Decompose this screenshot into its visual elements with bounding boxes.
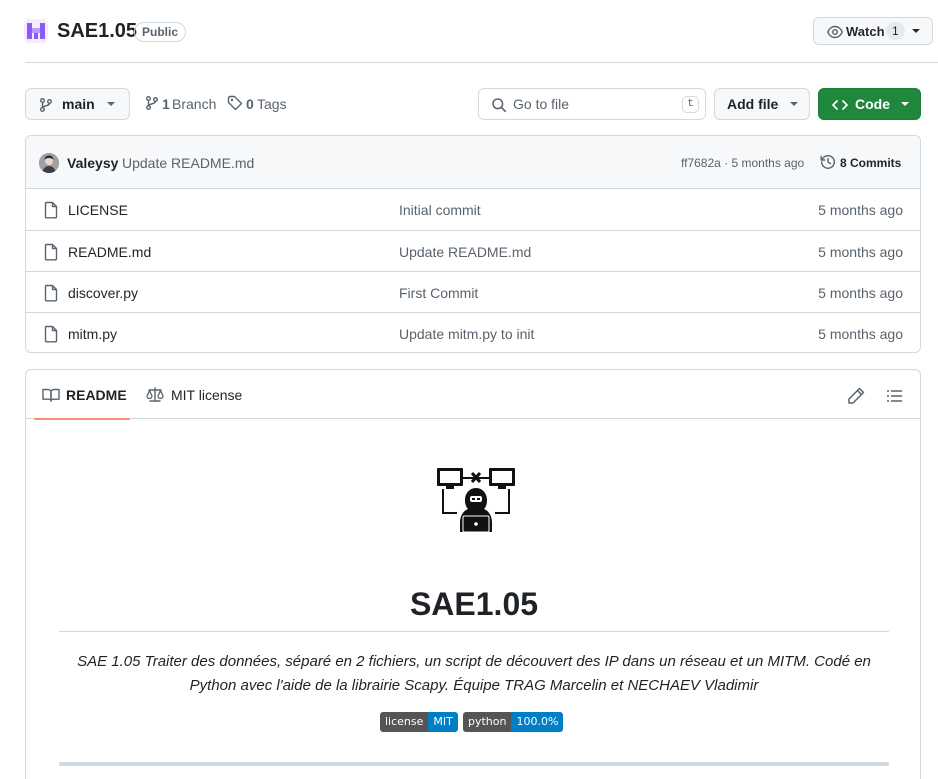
active-tab-indicator [34,418,130,420]
keyboard-shortcut-hint: t [682,96,699,113]
readme-description: SAE 1.05 Traiter des données, séparé en … [77,653,871,694]
file-name[interactable]: discover.py [68,285,138,301]
badge-value: 100.0% [511,712,564,732]
law-icon [146,387,164,403]
license-badge[interactable]: license MIT [380,712,458,732]
tag-label: Tags [257,96,287,112]
add-file-label: Add file [727,96,779,112]
code-label: Code [855,96,890,112]
watch-label: Watch [846,24,885,39]
commit-message[interactable]: Update README.md [122,155,254,171]
chevron-down-icon [911,28,921,34]
chevron-down-icon [900,101,910,107]
tab-readme[interactable]: README [34,370,130,420]
chevron-down-icon [106,101,116,107]
table-row[interactable]: discover.py First Commit 5 months ago [26,271,920,312]
repo-name[interactable]: SAE1.05 [57,20,137,43]
badge-value: MIT [428,712,458,732]
file-name[interactable]: LICENSE [68,202,128,218]
add-file-button[interactable]: Add file [714,88,810,120]
readme-title: SAE1.05 [59,580,889,632]
file-name[interactable]: mitm.py [68,326,117,342]
pencil-icon [844,384,868,408]
avatar[interactable] [39,153,59,173]
badge-label: license [380,712,429,732]
section-divider [59,762,889,766]
tab-readme-label: README [66,387,127,403]
code-icon [831,97,849,113]
branch-name: main [62,96,95,112]
file-commit-message[interactable]: Initial commit [399,202,481,218]
table-row[interactable]: README.md Update README.md 5 months ago [26,230,920,271]
branch-count: 1 [162,96,170,112]
badge-label: python [463,712,512,732]
file-commit-message[interactable]: Update mitm.py to init [399,326,534,342]
chevron-down-icon [789,101,799,107]
file-icon [43,325,59,343]
file-date: 5 months ago [818,285,903,301]
file-icon [43,243,59,261]
git-branch-icon [38,97,54,113]
latest-commit-bar: Valeysy Update README.md ff7682a · 5 mon… [26,136,920,189]
file-name[interactable]: README.md [68,244,151,260]
search-input[interactable] [513,95,653,113]
code-button[interactable]: Code [818,88,921,120]
file-date: 5 months ago [818,326,903,342]
watch-button[interactable]: Watch 1 [813,17,933,45]
list-unordered-icon [882,384,906,408]
tab-license-label: MIT license [171,387,243,403]
file-date: 5 months ago [818,244,903,260]
edit-readme-button[interactable] [844,384,868,408]
commit-meta[interactable]: ff7682a · 5 months ago [681,156,804,170]
repo-header: SAE1.05 Public Watch 1 [24,14,934,50]
header-divider [25,62,938,63]
history-icon [820,154,836,170]
commit-author[interactable]: Valeysy [67,155,118,171]
search-icon [491,97,507,113]
watch-count: 1 [886,22,905,40]
eye-icon [827,25,843,39]
tag-icon [227,95,243,111]
branch-selector[interactable]: main [25,88,130,120]
mitm-logo-image [435,466,517,534]
repo-owner-avatar[interactable] [24,19,48,43]
file-table: Valeysy Update README.md ff7682a · 5 mon… [25,135,921,353]
branch-label: Branch [172,96,217,112]
python-badge[interactable]: python 100.0% [463,712,564,732]
visibility-badge: Public [134,22,187,42]
tab-license[interactable]: MIT license [144,370,254,419]
tag-count: 0 [246,96,254,112]
git-branch-icon [144,95,160,111]
go-to-file-search[interactable]: t [478,88,706,120]
table-row[interactable]: LICENSE Initial commit 5 months ago [26,189,920,230]
commits-count-label: 8 Commits [840,156,902,170]
outline-button[interactable] [882,384,906,408]
file-icon [43,284,59,302]
file-commit-message[interactable]: Update README.md [399,244,531,260]
file-date: 5 months ago [818,202,903,218]
table-row[interactable]: mitm.py Update mitm.py to init 5 months … [26,312,920,352]
book-icon [42,387,60,403]
readme-tabs: README MIT license [26,370,920,420]
file-commit-message[interactable]: First Commit [399,285,478,301]
file-icon [43,201,59,219]
readme-panel: README MIT license SAE1.05 SAE 1.05 Trai… [25,369,921,779]
